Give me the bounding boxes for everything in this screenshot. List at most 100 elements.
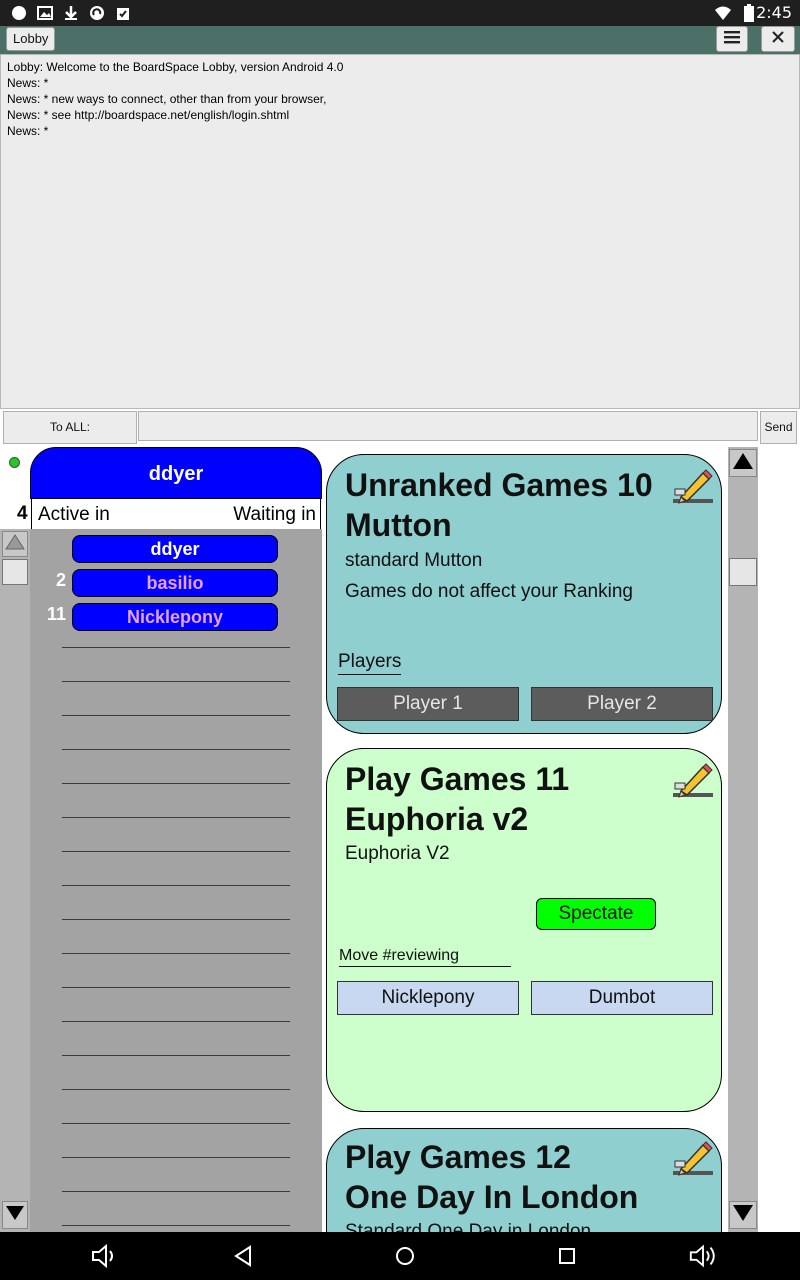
scroll-thumb[interactable] [729,558,757,586]
lobby-area: ddyer 4 Active in Waiting in ddyer 2 bas… [0,447,800,1232]
download-icon [62,4,80,22]
scroll-down-button[interactable] [2,1201,28,1229]
close-icon [771,30,785,49]
empty-user-slot [62,1157,290,1158]
image-icon [36,4,54,22]
game-room-note: Games do not affect your Ranking [345,581,633,602]
empty-user-slot [62,885,290,886]
player-slot-1[interactable]: Nicklepony [337,981,519,1015]
empty-user-slot [62,953,290,954]
empty-user-slot [62,783,290,784]
game-room-list: Unranked Games 10 Mutton standard Mutton… [322,447,728,1232]
chat-line: News: * see http://boardspace.net/englis… [7,108,290,122]
empty-user-slot [62,1225,290,1226]
user-list-header: Active in Waiting in [31,499,321,529]
active-in-label: Active in [38,504,110,525]
clock: 2:45 [756,3,792,22]
empty-user-slot [62,919,290,920]
user-room-number: 11 [46,604,66,624]
game-room-subtitle: Euphoria V2 [345,843,450,864]
triangle-down-icon [732,1204,754,1227]
recents-icon[interactable] [552,1242,582,1270]
current-user-header[interactable]: ddyer [30,447,322,499]
empty-user-slot [62,1055,290,1056]
game-room-title: Play Games 11 [345,761,570,797]
players-link[interactable]: Players [338,651,402,675]
chat-line: Lobby: Welcome to the BoardSpace Lobby, … [7,60,344,74]
chat-line: News: * [7,76,49,90]
scroll-up-button[interactable] [729,449,757,477]
empty-user-slot [62,647,290,648]
volume-down-icon[interactable] [90,1242,120,1270]
game-room-card[interactable]: Play Games 12 One Day In London Standard… [326,1128,722,1232]
game-room-card[interactable]: Play Games 11 Euphoria v2 Euphoria V2 Sp… [326,748,722,1112]
game-room-subtitle: Standard One Day in London [345,1221,592,1232]
wifi-icon [714,4,732,22]
user-entry-basilio[interactable]: basilio [72,569,278,597]
user-count: 4 [17,503,28,524]
pencil-edit-icon[interactable] [671,757,715,801]
game-room-game-name: One Day In London [345,1179,639,1215]
right-gutter [758,447,800,1232]
chat-line: News: * new ways to connect, other than … [7,92,327,106]
player-slot-2[interactable]: Dumbot [531,981,713,1015]
send-button[interactable]: Send [760,411,797,444]
game-room-title: Unranked Games 10 [345,467,653,503]
user-name: ddyer [150,539,200,559]
empty-user-slot [62,987,290,988]
pencil-edit-icon[interactable] [671,1135,715,1179]
menu-button[interactable] [716,26,748,52]
empty-user-slot [62,851,290,852]
empty-user-slot [62,1021,290,1022]
game-room-subtitle: standard Mutton [345,550,483,571]
user-list: ddyer 2 basilio 11 Nicklepony [30,529,322,1232]
empty-user-slot [62,1191,290,1192]
user-list-scrollbar[interactable] [0,529,30,1232]
empty-user-slot [62,715,290,716]
empty-user-slot [62,681,290,682]
current-user-name: ddyer [148,463,204,485]
scroll-down-button[interactable] [729,1201,757,1229]
user-room-number: 2 [55,570,66,590]
empty-user-slot [62,1089,290,1090]
user-name: basilio [146,573,204,593]
navigation-bar [0,1232,800,1280]
player-slot-2[interactable]: Player 2 [531,687,713,721]
game-room-game-name: Mutton [345,507,452,543]
home-icon[interactable] [390,1242,420,1270]
empty-user-slot [62,817,290,818]
to-all-button[interactable]: To ALL: [3,411,137,444]
triangle-down-icon [5,1204,25,1227]
chat-line: News: * [7,124,49,138]
scroll-up-button[interactable] [2,531,28,557]
pencil-edit-icon[interactable] [671,463,715,507]
connection-status-icon [9,457,20,468]
spectate-button[interactable]: Spectate [536,898,656,930]
user-entry-nicklepony[interactable]: Nicklepony [72,603,278,631]
user-entry-ddyer[interactable]: ddyer [72,535,278,563]
back-icon[interactable] [228,1242,258,1270]
status-bar: 2:45 [0,0,800,26]
empty-user-slot [62,1123,290,1124]
player-slot-1[interactable]: Player 1 [337,687,519,721]
game-room-game-name: Euphoria v2 [345,801,529,837]
scroll-thumb[interactable] [2,559,28,585]
empty-user-slot [62,749,290,750]
clipboard-check-icon [114,4,132,22]
title-bar [0,26,800,54]
game-room-card[interactable]: Unranked Games 10 Mutton standard Mutton… [326,454,722,734]
game-list-scrollbar[interactable] [728,447,758,1232]
lobby-button[interactable]: Lobby [6,27,56,51]
user-name: Nicklepony [126,607,224,627]
chat-log[interactable]: Lobby: Welcome to the BoardSpace Lobby, … [0,54,800,409]
game-room-title: Play Games 12 [345,1139,571,1175]
close-button[interactable] [761,26,795,52]
sync-icon [88,4,106,22]
chat-input[interactable] [138,411,758,441]
hamburger-menu-icon [724,30,740,49]
move-status: Move #reviewing [339,947,511,967]
triangle-up-icon [5,533,25,556]
triangle-up-icon [732,452,754,475]
volume-up-icon[interactable] [688,1242,718,1270]
waiting-in-label: Waiting in [233,504,316,525]
